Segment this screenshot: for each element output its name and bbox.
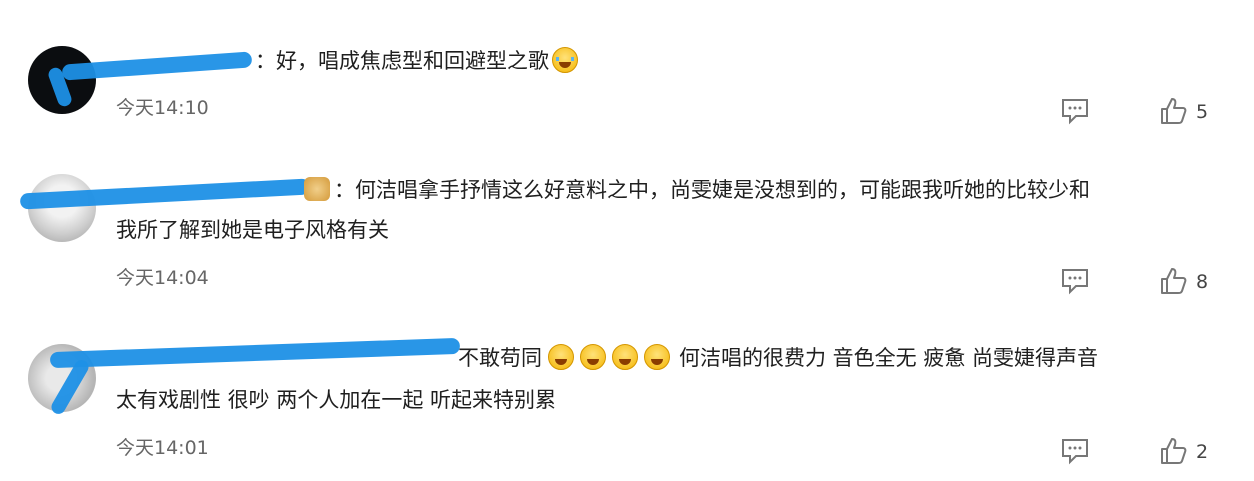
badge-icon (304, 177, 330, 201)
reply-icon[interactable] (1060, 266, 1090, 296)
comment-text-continued: 我所了解到她是电子风格有关 (116, 218, 389, 242)
redaction-scribble (49, 337, 461, 369)
comment-time: 今天14:04 (116, 267, 209, 289)
like-count: 2 (1196, 441, 1209, 463)
laughing-face-icon (580, 344, 606, 370)
comment-time: 今天14:01 (116, 437, 209, 459)
laughing-face-icon (612, 344, 638, 370)
thumbs-up-icon[interactable] (1158, 436, 1188, 466)
laughing-face-icon (644, 344, 670, 370)
reply-icon[interactable] (1060, 436, 1090, 466)
comment-text: ：何洁唱拿手抒情这么好意料之中，尚雯婕是没想到的，可能跟我听她的比较少和 (300, 175, 1090, 205)
laughing-face-icon (548, 344, 574, 370)
like-count: 8 (1196, 271, 1209, 293)
comment-text: 不敢苟同 何洁唱的很费力 音色全无 疲惫 尚雯婕得声音 (458, 344, 1099, 370)
comment-text-continued: 太有戏剧性 很吵 两个人加在一起 听起来特别累 (116, 388, 557, 412)
thumbs-up-icon[interactable] (1158, 266, 1188, 296)
comment-item: 不敢苟同 何洁唱的很费力 音色全无 疲惫 尚雯婕得声音 太有戏剧性 很吵 两个人加… (0, 0, 1254, 465)
